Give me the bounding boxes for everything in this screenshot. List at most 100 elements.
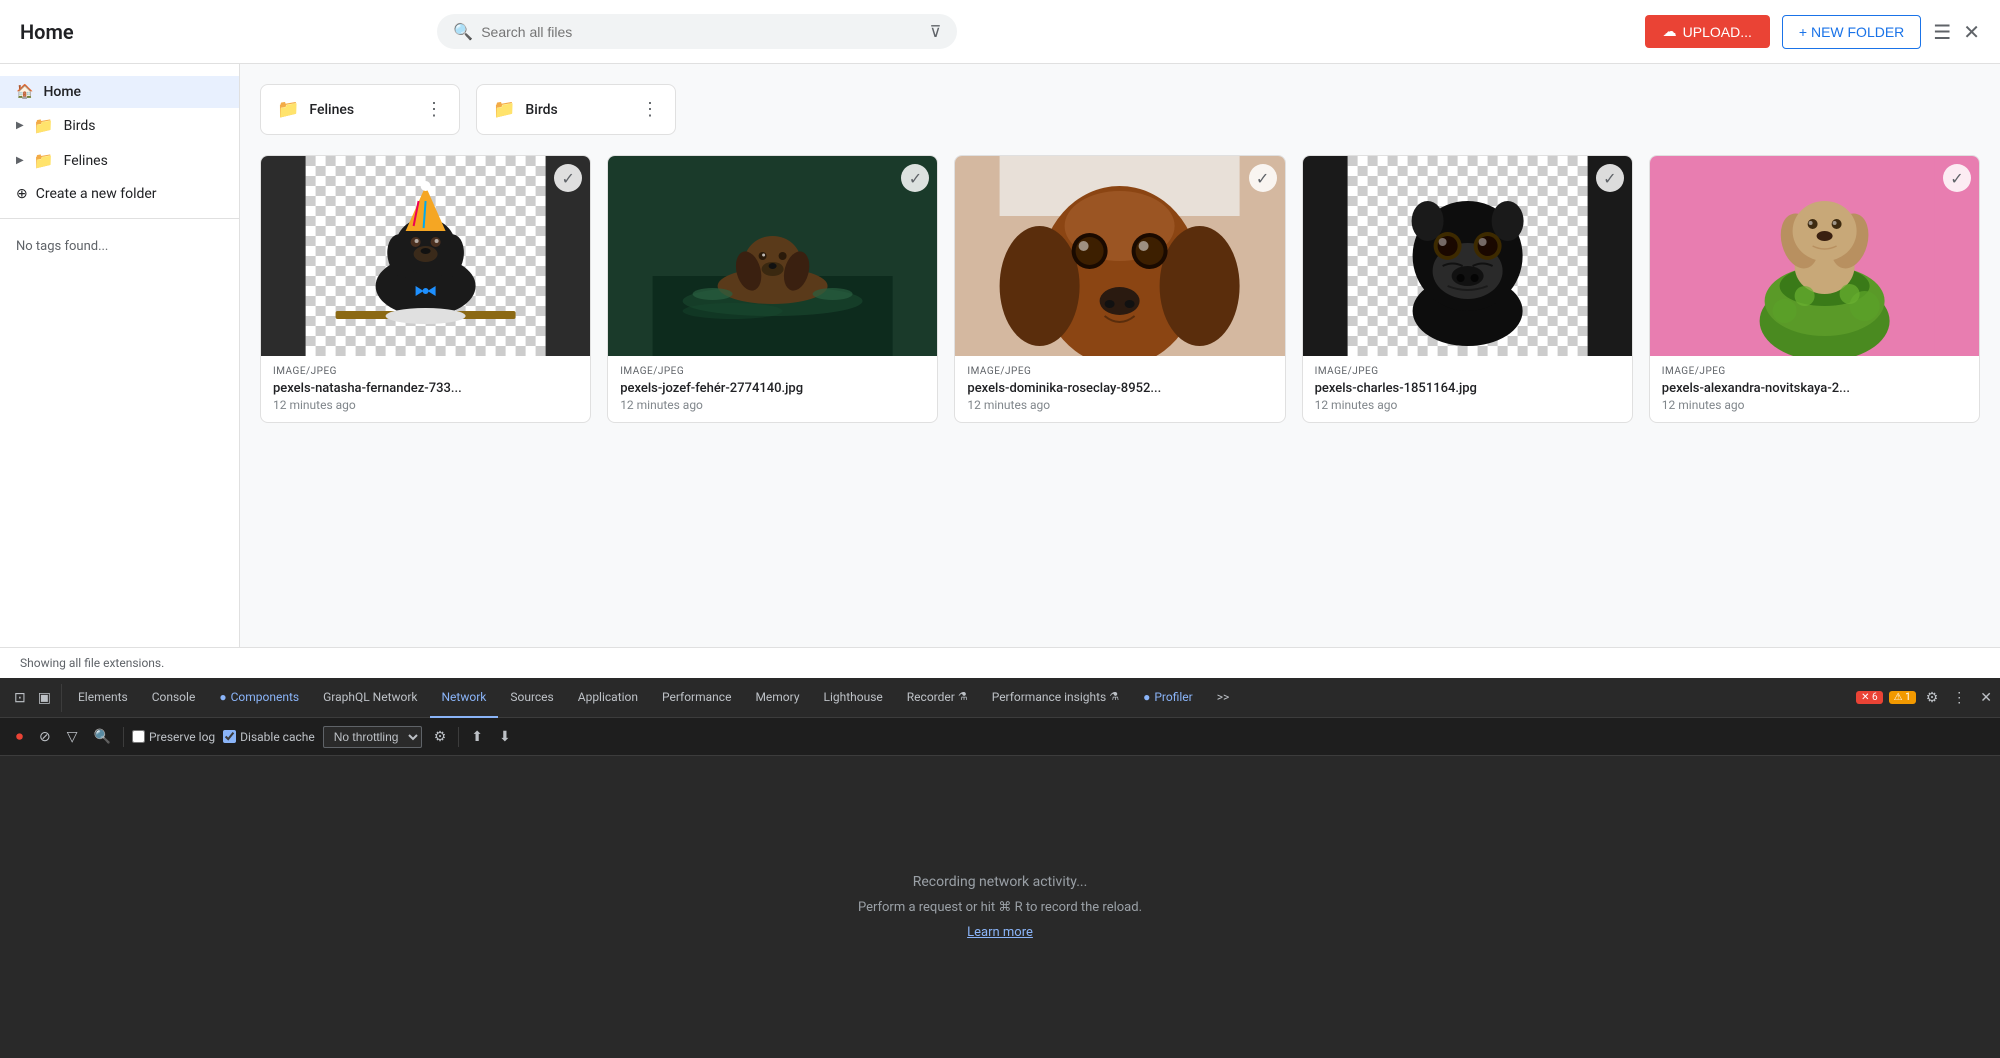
folder-menu-button[interactable]: ⋮ [641, 99, 659, 120]
tab-profiler[interactable]: ● Profiler [1131, 678, 1205, 718]
folder-menu-button[interactable]: ⋮ [425, 99, 443, 120]
filter-icon[interactable]: ⊽ [930, 22, 942, 41]
image-type-2: IMAGE/JPEG [967, 366, 1272, 377]
image-time-0: 12 minutes ago [273, 398, 578, 412]
export-button[interactable]: ⬇ [495, 726, 515, 747]
expand-arrow-icon: ▶ [16, 155, 24, 166]
search-bar: 🔍 ⊽ [437, 14, 957, 49]
sidebar-item-felines[interactable]: ▶ 📁 Felines [0, 143, 239, 178]
filter-button[interactable]: ▽ [63, 726, 82, 747]
tab-sources[interactable]: Sources [498, 678, 565, 718]
image-card-0[interactable]: ✓ IMAGE/JPEG pexels-natasha-fernandez-73… [260, 155, 591, 423]
clear-button[interactable]: ⊘ [35, 726, 55, 747]
import-button[interactable]: ⬆ [467, 726, 487, 747]
folder-icon: 📁 [493, 99, 515, 120]
tab-elements[interactable]: Elements [66, 678, 140, 718]
folder-icon: 📁 [34, 116, 54, 135]
tab-console[interactable]: Console [140, 678, 208, 718]
tab-recorder[interactable]: Recorder ⚗ [895, 678, 980, 718]
recording-text: Recording network activity... [913, 874, 1088, 890]
tab-lighthouse[interactable]: Lighthouse [812, 678, 895, 718]
image-type-0: IMAGE/JPEG [273, 366, 578, 377]
select-checkbox-2[interactable]: ✓ [1249, 164, 1277, 192]
upload-button[interactable]: ☁ UPLOAD... [1645, 15, 1770, 48]
devtools-panel: ⊡ ▣ Elements Console ● Components GraphQ… [0, 678, 2000, 1058]
tab-memory[interactable]: Memory [743, 678, 811, 718]
sidebar: 🏠 Home ▶ 📁 Birds ▶ 📁 Felines ⊕ Create a … [0, 64, 240, 647]
devtools-more-button[interactable]: ⋮ [1948, 687, 1970, 708]
tab-components[interactable]: ● Components [207, 678, 311, 718]
learn-more-link[interactable]: Learn more [967, 925, 1033, 940]
profiler-dot-icon: ● [1143, 690, 1150, 704]
tab-application[interactable]: Application [566, 678, 650, 718]
create-folder-button[interactable]: ⊕ Create a new folder [0, 178, 239, 210]
toolbar-right: ☁ UPLOAD... + NEW FOLDER ☰ ✕ [1645, 15, 1980, 49]
image-time-1: 12 minutes ago [620, 398, 925, 412]
perf-insights-experiment-icon: ⚗ [1109, 690, 1119, 703]
toolbar-divider-2 [458, 727, 459, 747]
devtools-settings-button[interactable]: ⚙ [1922, 687, 1943, 708]
image-type-3: IMAGE/JPEG [1315, 366, 1620, 377]
images-grid: ✓ IMAGE/JPEG pexels-natasha-fernandez-73… [260, 155, 1980, 423]
status-bar: Showing all file extensions. [0, 647, 2000, 678]
image-name-2: pexels-dominika-roseclay-8952... [967, 381, 1272, 396]
image-thumb-0: ✓ [261, 156, 590, 356]
image-card-2[interactable]: ✓ IMAGE/JPEG pexels-dominika-roseclay-89… [954, 155, 1285, 423]
image-time-2: 12 minutes ago [967, 398, 1272, 412]
image-card-4[interactable]: ✓ IMAGE/JPEG pexels-alexandra-novitskaya… [1649, 155, 1980, 423]
new-folder-button[interactable]: + NEW FOLDER [1782, 15, 1921, 49]
folder-card-felines[interactable]: 📁 Felines ⋮ [260, 84, 460, 135]
folder-card-birds[interactable]: 📁 Birds ⋮ [476, 84, 676, 135]
plus-circle-icon: ⊕ [16, 186, 28, 202]
image-card-3[interactable]: ✓ IMAGE/JPEG pexels-charles-1851164.jpg … [1302, 155, 1633, 423]
image-thumb-2: ✓ [955, 156, 1284, 356]
close-icon[interactable]: ✕ [1963, 20, 1980, 44]
warning-badge: ⚠ 1 [1889, 691, 1916, 704]
search-icon: 🔍 [453, 22, 473, 41]
tab-performance[interactable]: Performance [650, 678, 743, 718]
recorder-experiment-icon: ⚗ [958, 690, 968, 703]
elements-picker-icon[interactable]: ⊡ [8, 684, 32, 712]
folder-icon: 📁 [277, 99, 299, 120]
tab-perf-insights[interactable]: Performance insights ⚗ [980, 678, 1131, 718]
devtools-network-toolbar: ⏺ ⊘ ▽ 🔍 Preserve log Disable cache No th… [0, 718, 2000, 756]
home-icon: 🏠 [16, 84, 33, 100]
record-button[interactable]: ⏺ [12, 726, 27, 747]
disable-cache-checkbox[interactable]: Disable cache [223, 730, 315, 744]
image-type-4: IMAGE/JPEG [1662, 366, 1967, 377]
image-time-3: 12 minutes ago [1315, 398, 1620, 412]
recording-instruction: Perform a request or hit ⌘ R to record t… [858, 900, 1142, 915]
app-bar: Home 🔍 ⊽ ☁ UPLOAD... + NEW FOLDER ☰ ✕ [0, 0, 2000, 64]
expand-arrow-icon: ▶ [16, 120, 24, 131]
image-time-4: 12 minutes ago [1662, 398, 1967, 412]
folder-icon: 📁 [34, 151, 54, 170]
network-settings-icon[interactable]: ⚙ [430, 726, 451, 747]
image-name-4: pexels-alexandra-novitskaya-2... [1662, 381, 1967, 396]
no-tags-label: No tags found... [0, 227, 239, 266]
folders-row: 📁 Felines ⋮ 📁 Birds ⋮ [260, 84, 1980, 135]
toolbar-divider [123, 727, 124, 747]
throttle-select[interactable]: No throttling [323, 726, 422, 748]
main-area: 🏠 Home ▶ 📁 Birds ▶ 📁 Felines ⊕ Create a … [0, 64, 2000, 647]
sidebar-divider [0, 218, 239, 219]
tab-more[interactable]: >> [1205, 678, 1242, 718]
search-input[interactable] [481, 24, 913, 40]
image-card-1[interactable]: ✓ IMAGE/JPEG pexels-jozef-fehér-2774140.… [607, 155, 938, 423]
devtools-close-button[interactable]: ✕ [1976, 687, 1996, 708]
select-checkbox-4[interactable]: ✓ [1943, 164, 1971, 192]
select-checkbox-0[interactable]: ✓ [554, 164, 582, 192]
preserve-log-checkbox[interactable]: Preserve log [132, 730, 215, 744]
content-area: 📁 Felines ⋮ 📁 Birds ⋮ [240, 64, 2000, 647]
image-thumb-3: ✓ [1303, 156, 1632, 356]
list-view-icon[interactable]: ☰ [1933, 20, 1951, 44]
sidebar-item-birds[interactable]: ▶ 📁 Birds [0, 108, 239, 143]
device-toggle-icon[interactable]: ▣ [32, 684, 57, 712]
tab-graphql[interactable]: GraphQL Network [311, 678, 429, 718]
devtools-network-content: Recording network activity... Perform a … [0, 756, 2000, 1058]
error-badge: ✕ 6 [1856, 691, 1882, 704]
sidebar-item-home[interactable]: 🏠 Home [0, 76, 239, 108]
image-name-0: pexels-natasha-fernandez-733... [273, 381, 578, 396]
tab-network[interactable]: Network [430, 678, 499, 718]
search-network-button[interactable]: 🔍 [90, 726, 115, 747]
select-checkbox-3[interactable]: ✓ [1596, 164, 1624, 192]
